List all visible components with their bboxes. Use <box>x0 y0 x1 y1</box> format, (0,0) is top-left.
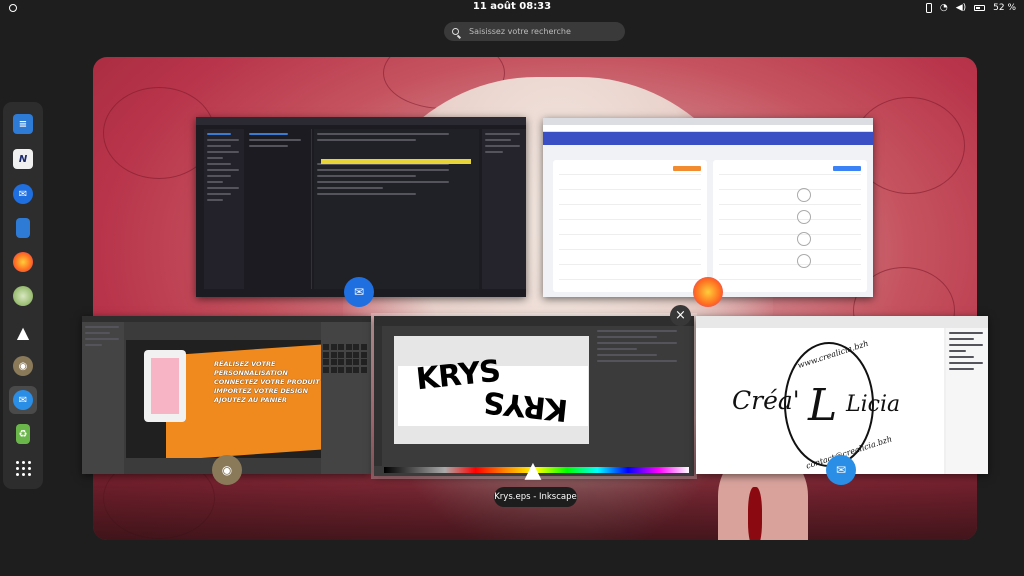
battery-icon <box>974 5 986 11</box>
toolbar <box>696 316 988 328</box>
logo-right-word: Licia <box>846 392 901 417</box>
search-bar[interactable] <box>444 22 625 41</box>
mug-print <box>151 358 179 414</box>
clock: 11 août 08:33 <box>0 1 1024 12</box>
phone-icon[interactable] <box>925 3 932 13</box>
dash-item-writer[interactable]: ≡ <box>9 110 37 138</box>
window-firefox[interactable] <box>543 118 873 297</box>
search-icon <box>452 28 459 35</box>
window-gimp[interactable]: RÉALISEZ VOTRE PERSONNALISATION CONNECTE… <box>82 316 371 474</box>
firefox-icon <box>13 252 33 272</box>
show-apps-button[interactable] <box>9 454 37 482</box>
message-pane <box>314 129 479 289</box>
window-thunderbird[interactable] <box>196 117 526 297</box>
tool-options-panel <box>82 322 124 474</box>
dash-item-system[interactable] <box>9 282 37 310</box>
dash-item-notes[interactable]: N <box>9 145 37 173</box>
wifi-icon: ◔ <box>939 3 948 13</box>
notes-icon: N <box>13 149 33 169</box>
system-tray[interactable]: ◔ ◀) 52 % <box>925 1 1016 15</box>
document-page[interactable]: KRYS KRYS <box>394 336 589 444</box>
close-window-button[interactable]: × <box>670 305 691 326</box>
dash-item-thunderbird-active[interactable]: ✉ <box>9 386 37 414</box>
web-panel-left <box>553 160 707 292</box>
libreoffice-impress-icon <box>16 218 30 238</box>
brushes-panel <box>321 322 371 474</box>
image-canvas[interactable]: RÉALISEZ VOTRE PERSONNALISATION CONNECTE… <box>126 340 322 458</box>
thunderbird-icon: ✉ <box>826 455 856 485</box>
logo-left-word: Créa' <box>732 386 800 415</box>
menu-bar <box>374 316 694 326</box>
speaker-icon: ◀) <box>955 3 967 13</box>
document-page[interactable]: www.crealicia.bzh Créa' L Licia contact@… <box>696 328 944 474</box>
window-inkscape[interactable]: KRYS KRYS <box>371 313 697 479</box>
dash-item-thunderbird[interactable]: ✉ <box>9 180 37 208</box>
properties-panel <box>594 326 694 466</box>
message-list <box>246 129 312 289</box>
window-libreoffice-draw[interactable]: www.crealicia.bzh Créa' L Licia contact@… <box>696 316 988 474</box>
system-icon <box>13 286 33 306</box>
dash: ≡ N ✉ ▲ ◉ ✉ ♻ <box>3 102 43 489</box>
search-input[interactable] <box>467 26 621 37</box>
battery-label: 52 % <box>993 3 1016 13</box>
dash-item-firefox[interactable] <box>9 248 37 276</box>
tab-strip <box>543 118 873 125</box>
dash-item-inkscape[interactable]: ▲ <box>9 318 37 346</box>
show-apps-icon <box>15 460 31 476</box>
folder-pane <box>204 129 244 289</box>
libreoffice-writer-icon: ≡ <box>13 114 33 134</box>
gimp-icon: ◉ <box>13 356 33 376</box>
web-panel-right <box>713 160 867 292</box>
window-titlebar <box>196 117 526 125</box>
dash-item-gimp[interactable]: ◉ <box>9 352 37 380</box>
dash-item-impress[interactable] <box>9 214 37 242</box>
window-caption: Krys.eps - Inkscape <box>494 487 577 507</box>
inkscape-icon: ▲ <box>524 457 542 483</box>
thunderbird-icon: ✉ <box>344 277 374 307</box>
promo-text: RÉALISEZ VOTRE PERSONNALISATION CONNECTE… <box>214 360 320 404</box>
top-bar: 11 août 08:33 ◔ ◀) 52 % <box>0 0 1024 16</box>
dash-item-trash[interactable]: ♻ <box>9 420 37 448</box>
close-icon: × <box>675 308 686 323</box>
trash-icon: ♻ <box>16 424 30 444</box>
inkscape-icon: ▲ <box>16 322 30 342</box>
gimp-icon: ◉ <box>212 455 242 485</box>
logo-center-letter: L <box>808 380 838 431</box>
url-bar <box>543 125 873 132</box>
firefox-icon <box>693 277 723 307</box>
calendar-pane <box>482 129 526 289</box>
clock-label[interactable]: 11 août 08:33 <box>473 1 551 12</box>
toolbox <box>374 326 382 466</box>
thunderbird-active-icon: ✉ <box>13 390 33 410</box>
thunderbird-icon: ✉ <box>13 184 33 204</box>
warning-banner <box>321 159 471 164</box>
activities-indicator-icon[interactable] <box>9 4 17 12</box>
wallpaper-blood <box>748 487 762 540</box>
web-navbar <box>543 132 873 145</box>
sidebar <box>946 328 988 474</box>
